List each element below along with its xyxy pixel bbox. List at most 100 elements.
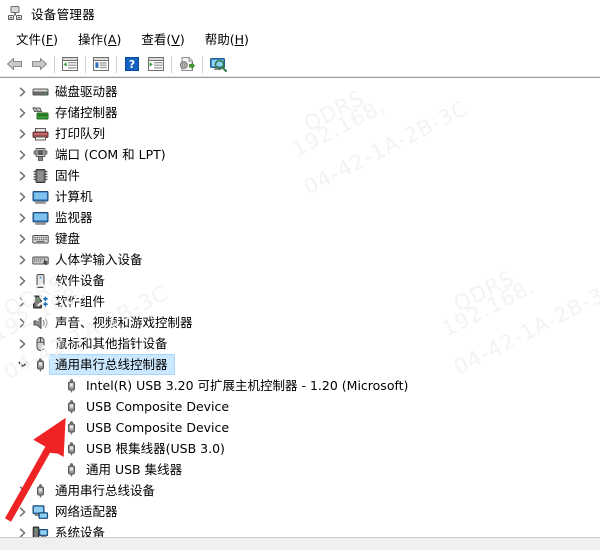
tree-row-label: USB Composite Device [86,419,230,435]
scan-hardware-changes-icon[interactable] [206,53,230,75]
menu-help[interactable]: 帮助(H) [195,27,259,51]
chevron-right-icon[interactable] [14,338,31,349]
tree-row-label: Intel(R) USB 3.20 可扩展主机控制器 - 1.20 (Micro… [86,377,409,393]
menu-view[interactable]: 查看(V) [131,27,194,51]
chevron-right-icon[interactable] [14,254,31,265]
menu-file-label: 文件 [16,32,42,47]
device-tree-panel[interactable]: 磁盘驱动器存储控制器打印队列 端口 (COM 和 LPT) 固件计算机监视器键盘人体… [0,77,600,537]
tree-row-label: 磁盘驱动器 [55,83,118,99]
chevron-right-icon[interactable] [14,485,31,496]
toolbar: ? [0,52,600,77]
tree-row[interactable]: 通用串行总线设备 [0,480,600,501]
menu-action-label: 操作 [78,32,104,47]
tree-row[interactable]: USB Composite Device [0,417,600,438]
chevron-right-icon[interactable] [14,170,31,181]
update-driver-icon[interactable] [175,53,199,75]
menu-file[interactable]: 文件(F) [6,27,68,51]
tree-row[interactable]: 键盘 [0,228,600,249]
chevron-right-icon[interactable] [14,149,31,160]
device-tree: 磁盘驱动器存储控制器打印队列 端口 (COM 和 LPT) 固件计算机监视器键盘人体… [0,81,600,537]
chevron-down-icon[interactable] [14,360,31,369]
computer-icon [31,189,49,205]
show-hide-action-pane-icon[interactable] [144,53,168,75]
title-bar: 设备管理器 [0,0,600,26]
usb-icon [62,462,80,478]
toolbar-separator [171,55,172,73]
tree-row[interactable]: 磁盘驱动器 [0,81,600,102]
toolbar-separator [116,55,117,73]
chevron-right-icon[interactable] [14,107,31,118]
tree-row[interactable]: 软件设备 [0,270,600,291]
tree-row-label: 监视器 [55,209,93,225]
tree-row-label: 人体学输入设备 [55,251,143,267]
chevron-right-icon[interactable] [14,506,31,517]
forward-arrow-icon[interactable] [27,53,51,75]
menu-action[interactable]: 操作(A) [68,27,131,51]
chevron-right-icon[interactable] [14,86,31,97]
monitor-icon [31,210,49,226]
menu-bar: 文件(F) 操作(A) 查看(V) 帮助(H) [0,26,600,52]
hid-icon [31,252,49,268]
disk-drive-icon [31,84,49,100]
port-icon [31,147,49,163]
toolbar-separator [54,55,55,73]
mouse-icon [31,336,49,352]
tree-row-label: 软件组件 [55,293,106,309]
chevron-right-icon[interactable] [14,275,31,286]
tree-row-label: 键盘 [55,230,81,246]
tree-row[interactable]: 声音、视频和游戏控制器 [0,312,600,333]
svg-text:?: ? [129,58,135,71]
tree-row-label: 固件 [55,167,81,183]
tree-row-label: USB 根集线器(USB 3.0) [86,440,225,456]
tree-row[interactable]: 网络适配器 [0,501,600,522]
help-icon[interactable]: ? [120,53,144,75]
menu-view-mnemonic: V [171,32,180,47]
tree-row-label: 通用 USB 集线器 [86,461,183,477]
software-component-icon [31,294,49,310]
tree-row[interactable]: 打印队列 [0,123,600,144]
tree-row[interactable]: 软件组件 [0,291,600,312]
tree-row[interactable]: 监视器 [0,207,600,228]
back-arrow-icon[interactable] [3,53,27,75]
tree-row-label: 通用串行总线设备 [55,482,156,498]
menu-help-mnemonic: H [234,32,245,47]
tree-row[interactable]: USB Composite Device [0,396,600,417]
storage-controller-icon [31,105,49,121]
toolbar-separator [85,55,86,73]
chevron-right-icon[interactable] [14,191,31,202]
tree-row[interactable]: 系统设备 [0,522,600,537]
tree-row[interactable]: 通用 USB 集线器 [0,459,600,480]
device-manager-icon [7,5,23,21]
chevron-right-icon[interactable] [14,212,31,223]
usb-icon [62,378,80,394]
toolbar-separator [202,55,203,73]
tree-row[interactable]: 通用串行总线控制器 [0,354,600,375]
usb-icon [62,399,80,415]
properties-icon[interactable] [89,53,113,75]
chevron-right-icon[interactable] [14,296,31,307]
tree-row-label: 通用串行总线控制器 [55,356,168,372]
tree-row[interactable]: Intel(R) USB 3.20 可扩展主机控制器 - 1.20 (Micro… [0,375,600,396]
chevron-right-icon[interactable] [14,128,31,139]
chevron-right-icon[interactable] [14,233,31,244]
tree-row-label: 存储控制器 [55,104,118,120]
device-manager-window: 设备管理器 文件(F) 操作(A) 查看(V) 帮助(H) ? 磁盘驱动器 存储… [0,0,600,550]
tree-row[interactable]: 固件 [0,165,600,186]
tree-row-label: 系统设备 [55,524,106,538]
system-device-icon [31,525,49,537]
chevron-right-icon[interactable] [14,527,31,537]
show-hide-console-tree-icon[interactable] [58,53,82,75]
menu-help-label: 帮助 [204,32,230,47]
tree-row[interactable]: 存储控制器 [0,102,600,123]
tree-row[interactable]: 人体学输入设备 [0,249,600,270]
tree-row[interactable]: 计算机 [0,186,600,207]
tree-row[interactable]: 端口 (COM 和 LPT) [0,144,600,165]
usb-icon [62,420,80,436]
tree-row[interactable]: USB 根集线器(USB 3.0) [0,438,600,459]
keyboard-icon [31,231,49,247]
menu-view-label: 查看 [141,32,167,47]
tree-row-label: 网络适配器 [55,503,118,519]
chevron-right-icon[interactable] [14,317,31,328]
tree-row[interactable]: 鼠标和其他指针设备 [0,333,600,354]
tree-row-label: 鼠标和其他指针设备 [55,335,168,351]
